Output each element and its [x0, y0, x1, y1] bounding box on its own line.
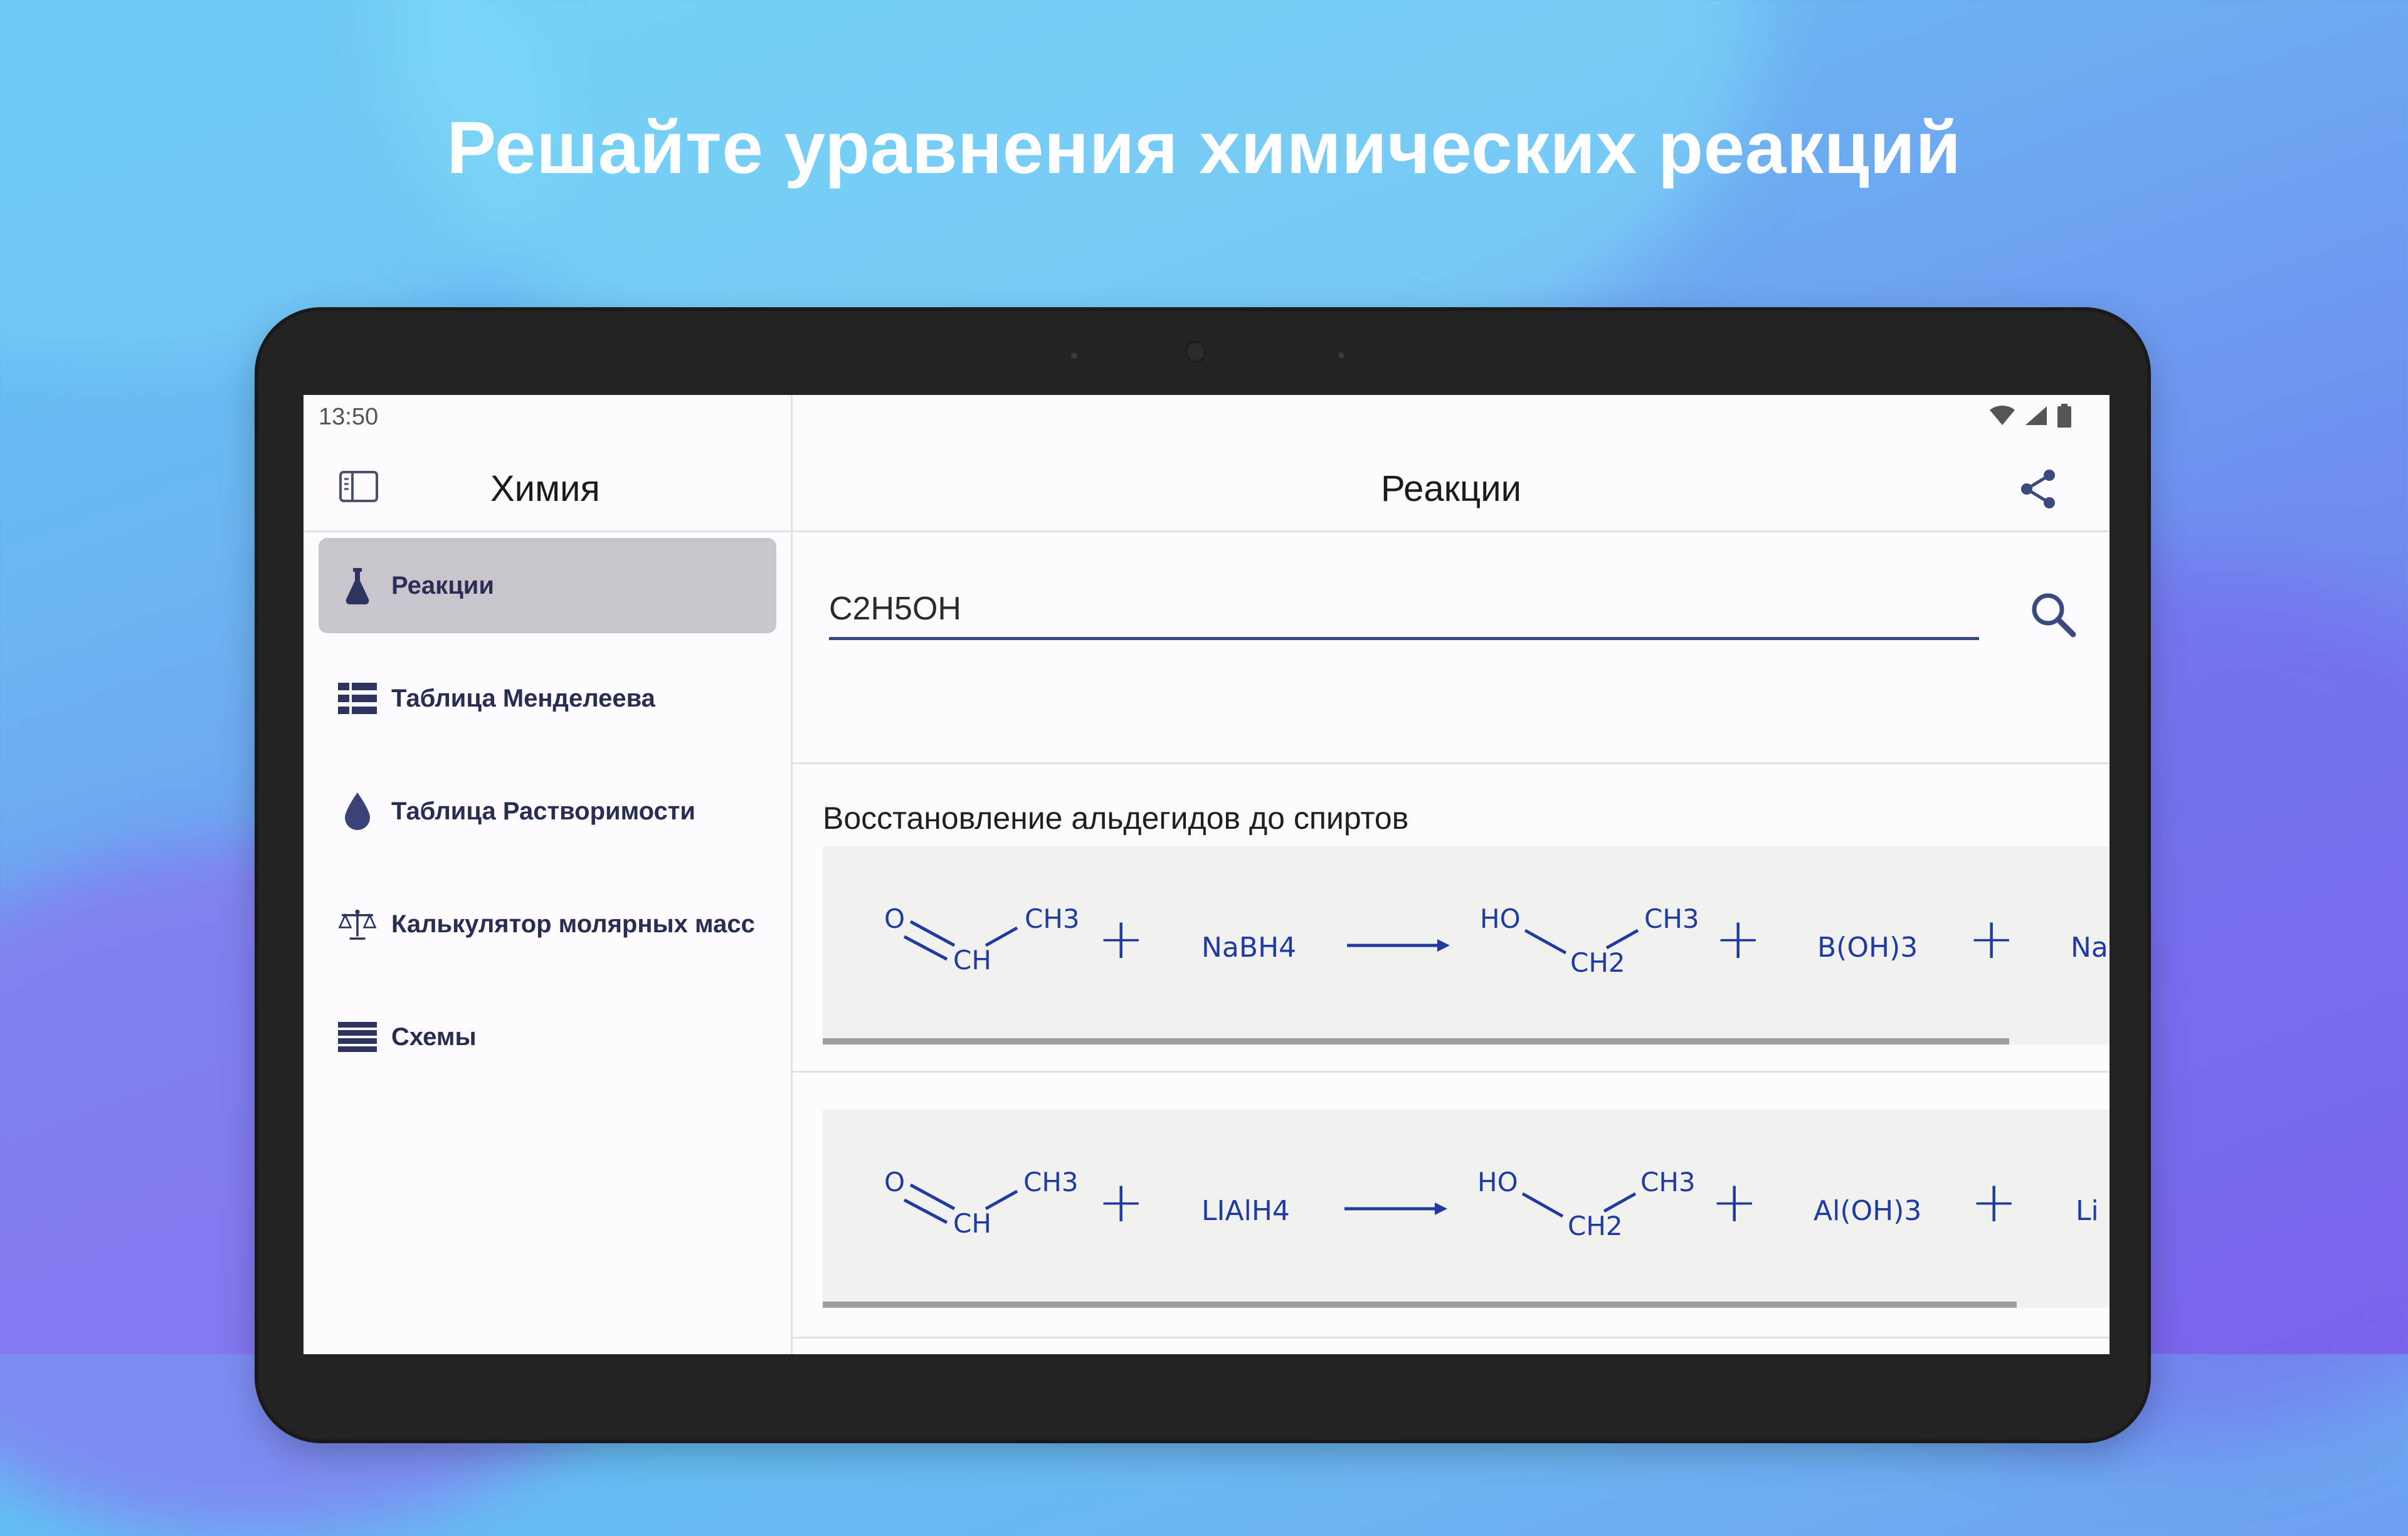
reaction-equation: O CH CH3 + LIAlH4 HO CH2 CH3 + Al(OH)3 +…	[884, 1167, 2099, 1241]
horizontal-scrollbar[interactable]	[823, 1302, 2017, 1308]
sidebar-item-label: Калькулятор молярных масс	[391, 910, 755, 938]
status-time: 13:50	[319, 404, 379, 430]
sidebar-item-label: Реакции	[391, 571, 494, 599]
search-area	[793, 530, 2110, 764]
search-input[interactable]	[829, 581, 1979, 640]
section-title: Восстановление альдегидов до спиртов	[823, 801, 1409, 836]
svg-text:CH3: CH3	[1025, 903, 1080, 934]
sidebar-item-label: Таблица Менделеева	[391, 684, 655, 712]
svg-text:NaBH4: NaBH4	[1201, 932, 1296, 964]
sidebar-item-reactions[interactable]: Реакции	[319, 538, 776, 633]
navigation-drawer: 13:50 Химия Реакции Таблица Менделеева Т…	[304, 395, 793, 1354]
svg-text:CH3: CH3	[1023, 1167, 1079, 1197]
status-icons	[1989, 404, 2072, 428]
sidebar-item-periodic-table[interactable]: Таблица Менделеева	[319, 651, 776, 746]
sidebar-item-label: Таблица Растворимости	[391, 797, 695, 825]
page-title: Реакции	[1380, 468, 1522, 509]
svg-text:CH: CH	[953, 1208, 991, 1239]
app-screen: 13:50 Химия Реакции Таблица Менделеева Т…	[304, 395, 2110, 1354]
list-icon	[337, 1017, 378, 1057]
svg-text:HO: HO	[1480, 903, 1521, 934]
reaction-card[interactable]: O CH CH3 + LIAlH4 HO CH2 CH3 + Al(OH)3 +…	[823, 1110, 2110, 1308]
svg-text:+: +	[1097, 1169, 1144, 1235]
svg-text:+: +	[1970, 1169, 2017, 1235]
svg-text:HO: HO	[1477, 1167, 1518, 1197]
svg-text:Al(OH)3: Al(OH)3	[1814, 1195, 1921, 1227]
flask-icon	[337, 565, 378, 606]
svg-text:+: +	[1711, 1169, 1758, 1235]
svg-text:+: +	[1714, 906, 1761, 972]
svg-text:CH: CH	[953, 945, 991, 976]
app-title: Химия	[490, 468, 600, 509]
svg-text:CH3: CH3	[1644, 903, 1699, 934]
wifi-icon	[1990, 405, 2015, 425]
svg-text:Li: Li	[2076, 1195, 2099, 1227]
svg-text:B(OH)3: B(OH)3	[1817, 932, 1918, 964]
svg-text:CH2: CH2	[1570, 947, 1625, 978]
promo-headline: Решайте уравнения химических реакций	[446, 107, 1962, 189]
horizontal-scrollbar[interactable]	[823, 1038, 2009, 1044]
svg-text:O: O	[884, 903, 905, 934]
sidebar-item-molar-calculator[interactable]: Калькулятор молярных масс	[319, 876, 776, 972]
svg-text:LIAlH4: LIAlH4	[1201, 1195, 1290, 1227]
sensor-dot	[1071, 352, 1077, 359]
svg-text:Na: Na	[2071, 932, 2108, 964]
reaction-equation: O CH CH3 + NaBH4 HO CH2 CH3 + B(OH)3 + N…	[884, 903, 2108, 978]
sidebar-toggle-icon[interactable]	[339, 470, 379, 503]
divider	[793, 1071, 2110, 1073]
sidebar-item-schemes[interactable]: Схемы	[319, 989, 776, 1085]
sidebar-item-label: Схемы	[391, 1023, 477, 1051]
sidebar-item-solubility-table[interactable]: Таблица Растворимости	[319, 764, 776, 859]
reaction-card[interactable]: O CH CH3 + NaBH4 HO CH2 CH3 + B(OH)3 + N…	[823, 846, 2110, 1044]
divider	[793, 1337, 2110, 1339]
sensor-dot	[1338, 352, 1344, 359]
grid-icon	[337, 678, 378, 718]
svg-text:CH2: CH2	[1568, 1211, 1623, 1241]
search-icon[interactable]	[2027, 588, 2079, 641]
svg-text:O: O	[884, 1167, 905, 1197]
front-camera	[1185, 341, 1207, 362]
battery-icon	[2057, 404, 2071, 428]
drop-icon	[337, 791, 378, 831]
signal-icon	[2025, 406, 2047, 425]
scales-icon	[337, 904, 378, 944]
main-content: Реакции Восстановление альдегидов до спи…	[793, 395, 2110, 1354]
share-icon[interactable]	[2013, 464, 2063, 514]
svg-text:+: +	[1968, 906, 2015, 972]
svg-text:+: +	[1097, 906, 1144, 972]
svg-text:CH3: CH3	[1640, 1167, 1696, 1197]
